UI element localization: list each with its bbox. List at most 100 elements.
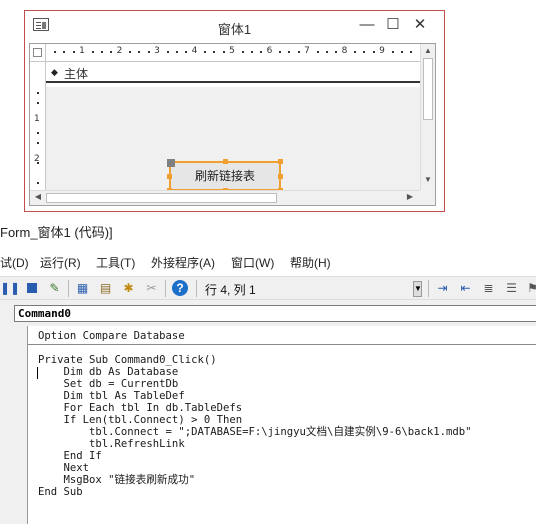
ruler-tick [325,51,328,53]
ruler-tick [363,51,366,53]
ruler-tick [410,51,413,53]
resize-handle-left[interactable] [167,174,172,179]
reset-icon[interactable] [23,280,40,297]
toolbar-separator [68,280,69,297]
scroll-right-arrow-icon[interactable]: ▶ [404,192,416,204]
ruler-tick [279,51,281,53]
code-line: Dim db As Database [38,366,179,378]
menu-window[interactable]: 窗口(W) [231,254,274,271]
resize-handle-top-right[interactable] [278,159,283,164]
ruler-number: 3 [154,46,160,56]
comment-block-icon[interactable]: ≣ [480,280,497,297]
code-window: Command0 Option Compare Database Private… [0,300,536,524]
ruler-tick [250,51,253,53]
menu-help[interactable]: 帮助(H) [290,254,331,271]
menu-run[interactable]: 运行(R) [40,254,81,271]
ruler-tick [63,51,66,53]
object-dropdown[interactable]: Command0 [14,305,536,322]
ruler-tick [391,51,394,53]
horizontal-scrollbar[interactable]: ◀ ▶ [30,190,420,205]
vertical-scrollbar[interactable]: ▲ ▼ [420,44,435,190]
code-editor[interactable]: Option Compare Database Private Sub Comm… [28,326,536,524]
move-handle[interactable] [167,159,175,167]
detail-section-header[interactable]: ◆ 主体 [46,62,420,83]
form-selector[interactable] [30,44,46,62]
menu-addins[interactable]: 外接程序(A) [151,254,215,271]
vertical-scroll-thumb[interactable] [423,58,433,120]
ruler-number: 1 [34,114,40,124]
ruler-tick [204,51,206,53]
code-line: For Each tbl In db.TableDefs [38,402,243,414]
horizontal-ruler: 1 2 3 4 5 6 7 8 9 [46,44,420,62]
ruler-tick [100,51,103,53]
form-design-window: 窗体1 — ☐ ✕ 123456789 12 ◆ 主体 刷新链接表 ▲ ▼ ◀ … [24,10,445,212]
scroll-left-arrow-icon[interactable]: ◀ [32,192,44,204]
uncomment-block-icon[interactable]: ☰ [503,280,520,297]
section-label: 主体 [64,67,89,81]
project-explorer-icon[interactable]: ▦ [74,280,91,297]
ruler-tick [372,51,375,53]
object-browser-icon[interactable]: ✱ [120,280,137,297]
scroll-up-arrow-icon[interactable]: ▲ [421,46,435,58]
menu-debug[interactable]: 试(D) [0,254,29,271]
scroll-down-arrow-icon[interactable]: ▼ [421,175,435,187]
detail-section[interactable]: 刷新链接表 [46,87,420,193]
code-line: tbl.Connect = ";DATABASE=F:\jingyu文档\自建实… [38,426,472,438]
properties-icon[interactable]: ▤ [97,280,114,297]
ruler-number: 4 [191,46,198,56]
indent-icon[interactable]: ⇥ [434,280,451,297]
ruler-tick [335,51,338,53]
form-design-surface: 123456789 12 ◆ 主体 刷新链接表 ▲ ▼ ◀ ▶ [29,43,436,206]
resize-handle-right[interactable] [278,174,283,179]
vba-toolbar: ❚❚ ✎ ▦ ▤ ✱ ✂ ? 行 4, 列 1 ▼ ⇥ ⇤ ≣ ☰ ⚑ [0,276,536,300]
ruler-tick [222,51,225,53]
code-line: Option Compare Database [38,330,185,342]
ruler-tick [288,51,291,53]
ruler-tick [185,51,188,53]
minimize-button[interactable]: — [356,15,378,35]
bookmark-icon[interactable]: ⚑ [524,280,536,297]
toolbar-overflow-icon[interactable]: ▼ [413,281,422,297]
ruler-tick [37,102,39,104]
ruler-tick [400,51,403,53]
horizontal-scroll-thumb[interactable] [46,193,277,203]
cursor-position: 行 4, 列 1 [205,283,256,297]
toolbox-icon[interactable]: ✂ [143,280,160,297]
outdent-icon[interactable]: ⇤ [457,280,474,297]
ruler-tick [260,51,263,53]
ruler-number: 8 [341,46,348,56]
ruler-number: 1 [79,46,85,56]
pause-icon[interactable]: ❚❚ [0,280,20,297]
ruler-tick [110,51,113,53]
ruler-number: 6 [266,46,273,56]
ruler-number: 5 [229,46,235,56]
maximize-button[interactable]: ☐ [382,15,404,35]
vba-window-title: Form_窗体1 (代码)] [0,225,113,240]
close-button[interactable]: ✕ [409,15,431,35]
ruler-tick [213,51,216,53]
ruler-tick [297,51,300,53]
toolbar-separator [196,280,197,297]
ruler-number: 2 [116,46,123,56]
ruler-tick [37,182,39,184]
vba-menubar: 试(D) 运行(R) 工具(T) 外接程序(A) 窗口(W) 帮助(H) [0,246,536,276]
ruler-tick [166,51,169,53]
code-line: If Len(tbl.Connect) > 0 Then [38,414,243,426]
code-line: End If [38,450,102,462]
ruler-tick [241,51,244,53]
design-mode-icon[interactable]: ✎ [46,280,63,297]
ruler-tick [129,51,131,53]
help-icon[interactable]: ? [172,280,189,297]
ruler-tick [91,51,94,53]
menu-tools[interactable]: 工具(T) [96,254,135,271]
command-button-label: 刷新链接表 [194,169,255,183]
code-margin-indicator-bar[interactable] [8,326,28,524]
ruler-number: 9 [379,46,385,56]
ruler-tick [37,92,39,94]
resize-handle-top[interactable] [223,159,228,164]
ruler-tick [138,51,141,53]
code-line: MsgBox "链接表刷新成功" [38,474,196,486]
ruler-tick [354,51,356,53]
ruler-tick [54,51,56,53]
refresh-links-button[interactable]: 刷新链接表 [167,159,283,193]
